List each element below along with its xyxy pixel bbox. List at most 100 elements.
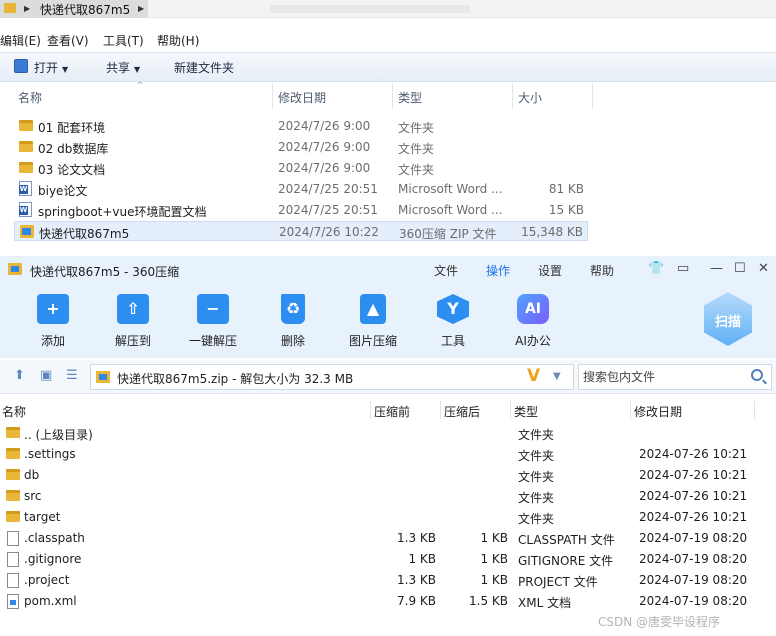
menu-edit[interactable]: 编辑(E) [0,32,41,49]
open-button[interactable]: 打开 ▼ [34,59,68,76]
column-divider[interactable] [392,84,393,108]
minus-glyph: − [206,299,220,318]
table-row[interactable]: .. (上级目录) 文件夹 [0,423,776,444]
tab-operation[interactable]: 操作 [486,262,510,279]
extract-to-button[interactable]: ⇧ 解压到 [101,294,165,354]
column-name[interactable]: 名称 [18,89,42,106]
tab-help[interactable]: 帮助 [590,262,614,279]
list-item-selected[interactable]: 快递代取867m5 2024/7/26 10:22 360压缩 ZIP 文件 1… [14,221,588,241]
tools-button[interactable]: Y 工具 [421,294,485,354]
cell-name: .settings [24,447,76,461]
xml-file-icon [7,594,19,609]
menu-tools[interactable]: 工具(T) [103,32,144,49]
search-icon[interactable] [751,369,763,381]
cell-type: 文件夹 [518,491,555,505]
caret-down-icon: ▼ [134,65,141,74]
column-divider[interactable] [370,401,371,419]
minimize-icon[interactable]: — [710,261,723,276]
list-view-icon[interactable]: ☰ [66,368,78,383]
table-row[interactable]: .classpath 1.3 KB 1 KB CLASSPATH 文件 2024… [0,528,776,549]
cell-packed: 1.3 KB [397,531,436,545]
archive-path-field[interactable]: 快递代取867m5.zip - 解包大小为 32.3 MB V ▼ [90,364,574,390]
table-row[interactable]: db 文件夹 2024-07-26 10:21 [0,465,776,486]
address-placeholder [270,5,470,13]
delete-label: 删除 [280,334,305,348]
search-input[interactable] [579,365,747,389]
column-divider[interactable] [512,84,513,108]
ai-icon: AI [517,294,549,324]
list-item[interactable]: biye论文 2024/7/25 20:51 Microsoft Word ..… [14,179,588,199]
new-folder-button[interactable]: 新建文件夹 [174,59,234,76]
cell-date: 2024-07-19 08:20 [639,552,748,566]
menu-view[interactable]: 查看(V) [47,32,89,49]
image-compress-button[interactable]: ▲ 图片压缩 [341,294,405,354]
table-row[interactable]: src 文件夹 2024-07-26 10:21 [0,486,776,507]
table-row[interactable]: .settings 文件夹 2024-07-26 10:21 [0,444,776,465]
caret-down-icon[interactable]: ▼ [553,371,561,382]
table-row[interactable]: .gitignore 1 KB 1 KB GITIGNORE 文件 2024-0… [0,549,776,570]
menu-help[interactable]: 帮助(H) [157,32,199,49]
table-row[interactable]: pom.xml 7.9 KB 1.5 KB XML 文档 2024-07-19 … [0,591,776,612]
tab-settings[interactable]: 设置 [538,262,562,279]
cell-name: pom.xml [24,594,77,608]
item-date: 2024/7/26 9:00 [278,161,371,175]
add-icon: + [37,294,69,324]
column-divider[interactable] [510,401,511,419]
search-box[interactable] [578,364,772,390]
cell-date: 2024-07-19 08:20 [639,573,748,587]
one-click-extract-button[interactable]: − 一键解压 [181,294,245,354]
ai-office-button[interactable]: AI AI办公 [501,294,565,354]
column-divider[interactable] [272,84,273,108]
column-size[interactable]: 大小 [518,89,542,106]
column-type[interactable]: 类型 [514,403,538,420]
zip-path-bar: ⬆ ▣ ☰ 快递代取867m5.zip - 解包大小为 32.3 MB V ▼ [0,360,776,394]
breadcrumb-current[interactable]: 快递代取867m5 [40,1,130,18]
column-packed[interactable]: 压缩前 [374,403,410,420]
item-date: 2024/7/26 10:22 [279,225,379,239]
share-label: 共享 [106,61,131,75]
item-type: 文件夹 [398,121,435,135]
address-bar[interactable]: ▶ 快递代取867m5 ▶ [0,0,776,18]
delete-button[interactable]: ♻ 删除 [261,294,325,354]
table-row[interactable]: target 文件夹 2024-07-26 10:21 [0,507,776,528]
list-item[interactable]: 02 db数据库 2024/7/26 9:00 文件夹 [14,137,588,157]
share-button[interactable]: 共享 ▼ [106,59,140,76]
table-row[interactable]: .project 1.3 KB 1 KB PROJECT 文件 2024-07-… [0,570,776,591]
cell-packed: 1.3 KB [397,573,436,587]
chevron-right-icon[interactable]: ▶ [24,4,30,13]
v-logo-icon[interactable]: V [527,366,540,386]
column-type[interactable]: 类型 [398,89,422,106]
item-type: 文件夹 [398,163,435,177]
feedback-icon[interactable]: ▭ [677,261,689,276]
folder-icon [6,511,20,522]
column-unpacked[interactable]: 压缩后 [444,403,480,420]
skin-icon[interactable]: 👕 [648,261,664,276]
chevron-right-icon[interactable]: ▶ [138,4,144,13]
list-item[interactable]: springboot+vue环境配置文档 2024/7/25 20:51 Mic… [14,200,588,220]
scan-button[interactable]: 扫描 [704,292,752,346]
zip-ribbon: + 添加 ⇧ 解压到 − 一键解压 ♻ 删除 ▲ 图片压缩 Y 工具 AI AI… [0,284,776,358]
breadcrumb[interactable]: ▶ 快递代取867m5 ▶ [0,0,148,18]
close-icon[interactable]: ✕ [758,261,769,276]
add-button[interactable]: + 添加 [21,294,85,354]
list-item[interactable]: 03 论文文档 2024/7/26 9:00 文件夹 [14,158,588,178]
cell-name: .gitignore [24,552,82,566]
column-divider[interactable] [630,401,631,419]
cell-type: GITIGNORE 文件 [518,554,614,568]
list-item[interactable]: 01 配套环境 2024/7/26 9:00 文件夹 [14,116,588,136]
folder-icon [19,141,33,152]
thumbnail-view-icon[interactable]: ▣ [40,368,52,383]
maximize-icon[interactable]: ☐ [734,261,746,276]
tab-file[interactable]: 文件 [434,262,458,279]
column-divider[interactable] [754,401,755,419]
scan-label: 扫描 [714,315,741,330]
up-arrow-icon[interactable]: ⬆ [14,368,25,383]
column-modified[interactable]: 修改日期 [278,89,326,106]
folder-icon [19,162,33,173]
app-logo-icon [8,263,22,275]
zip-titlebar[interactable]: 快递代取867m5 - 360压缩 文件 操作 设置 帮助 👕 ▭ — ☐ ✕ [0,256,776,284]
column-name[interactable]: 名称 [2,403,26,420]
column-modified[interactable]: 修改日期 [634,403,682,420]
column-divider[interactable] [440,401,441,419]
column-divider[interactable] [592,84,593,108]
